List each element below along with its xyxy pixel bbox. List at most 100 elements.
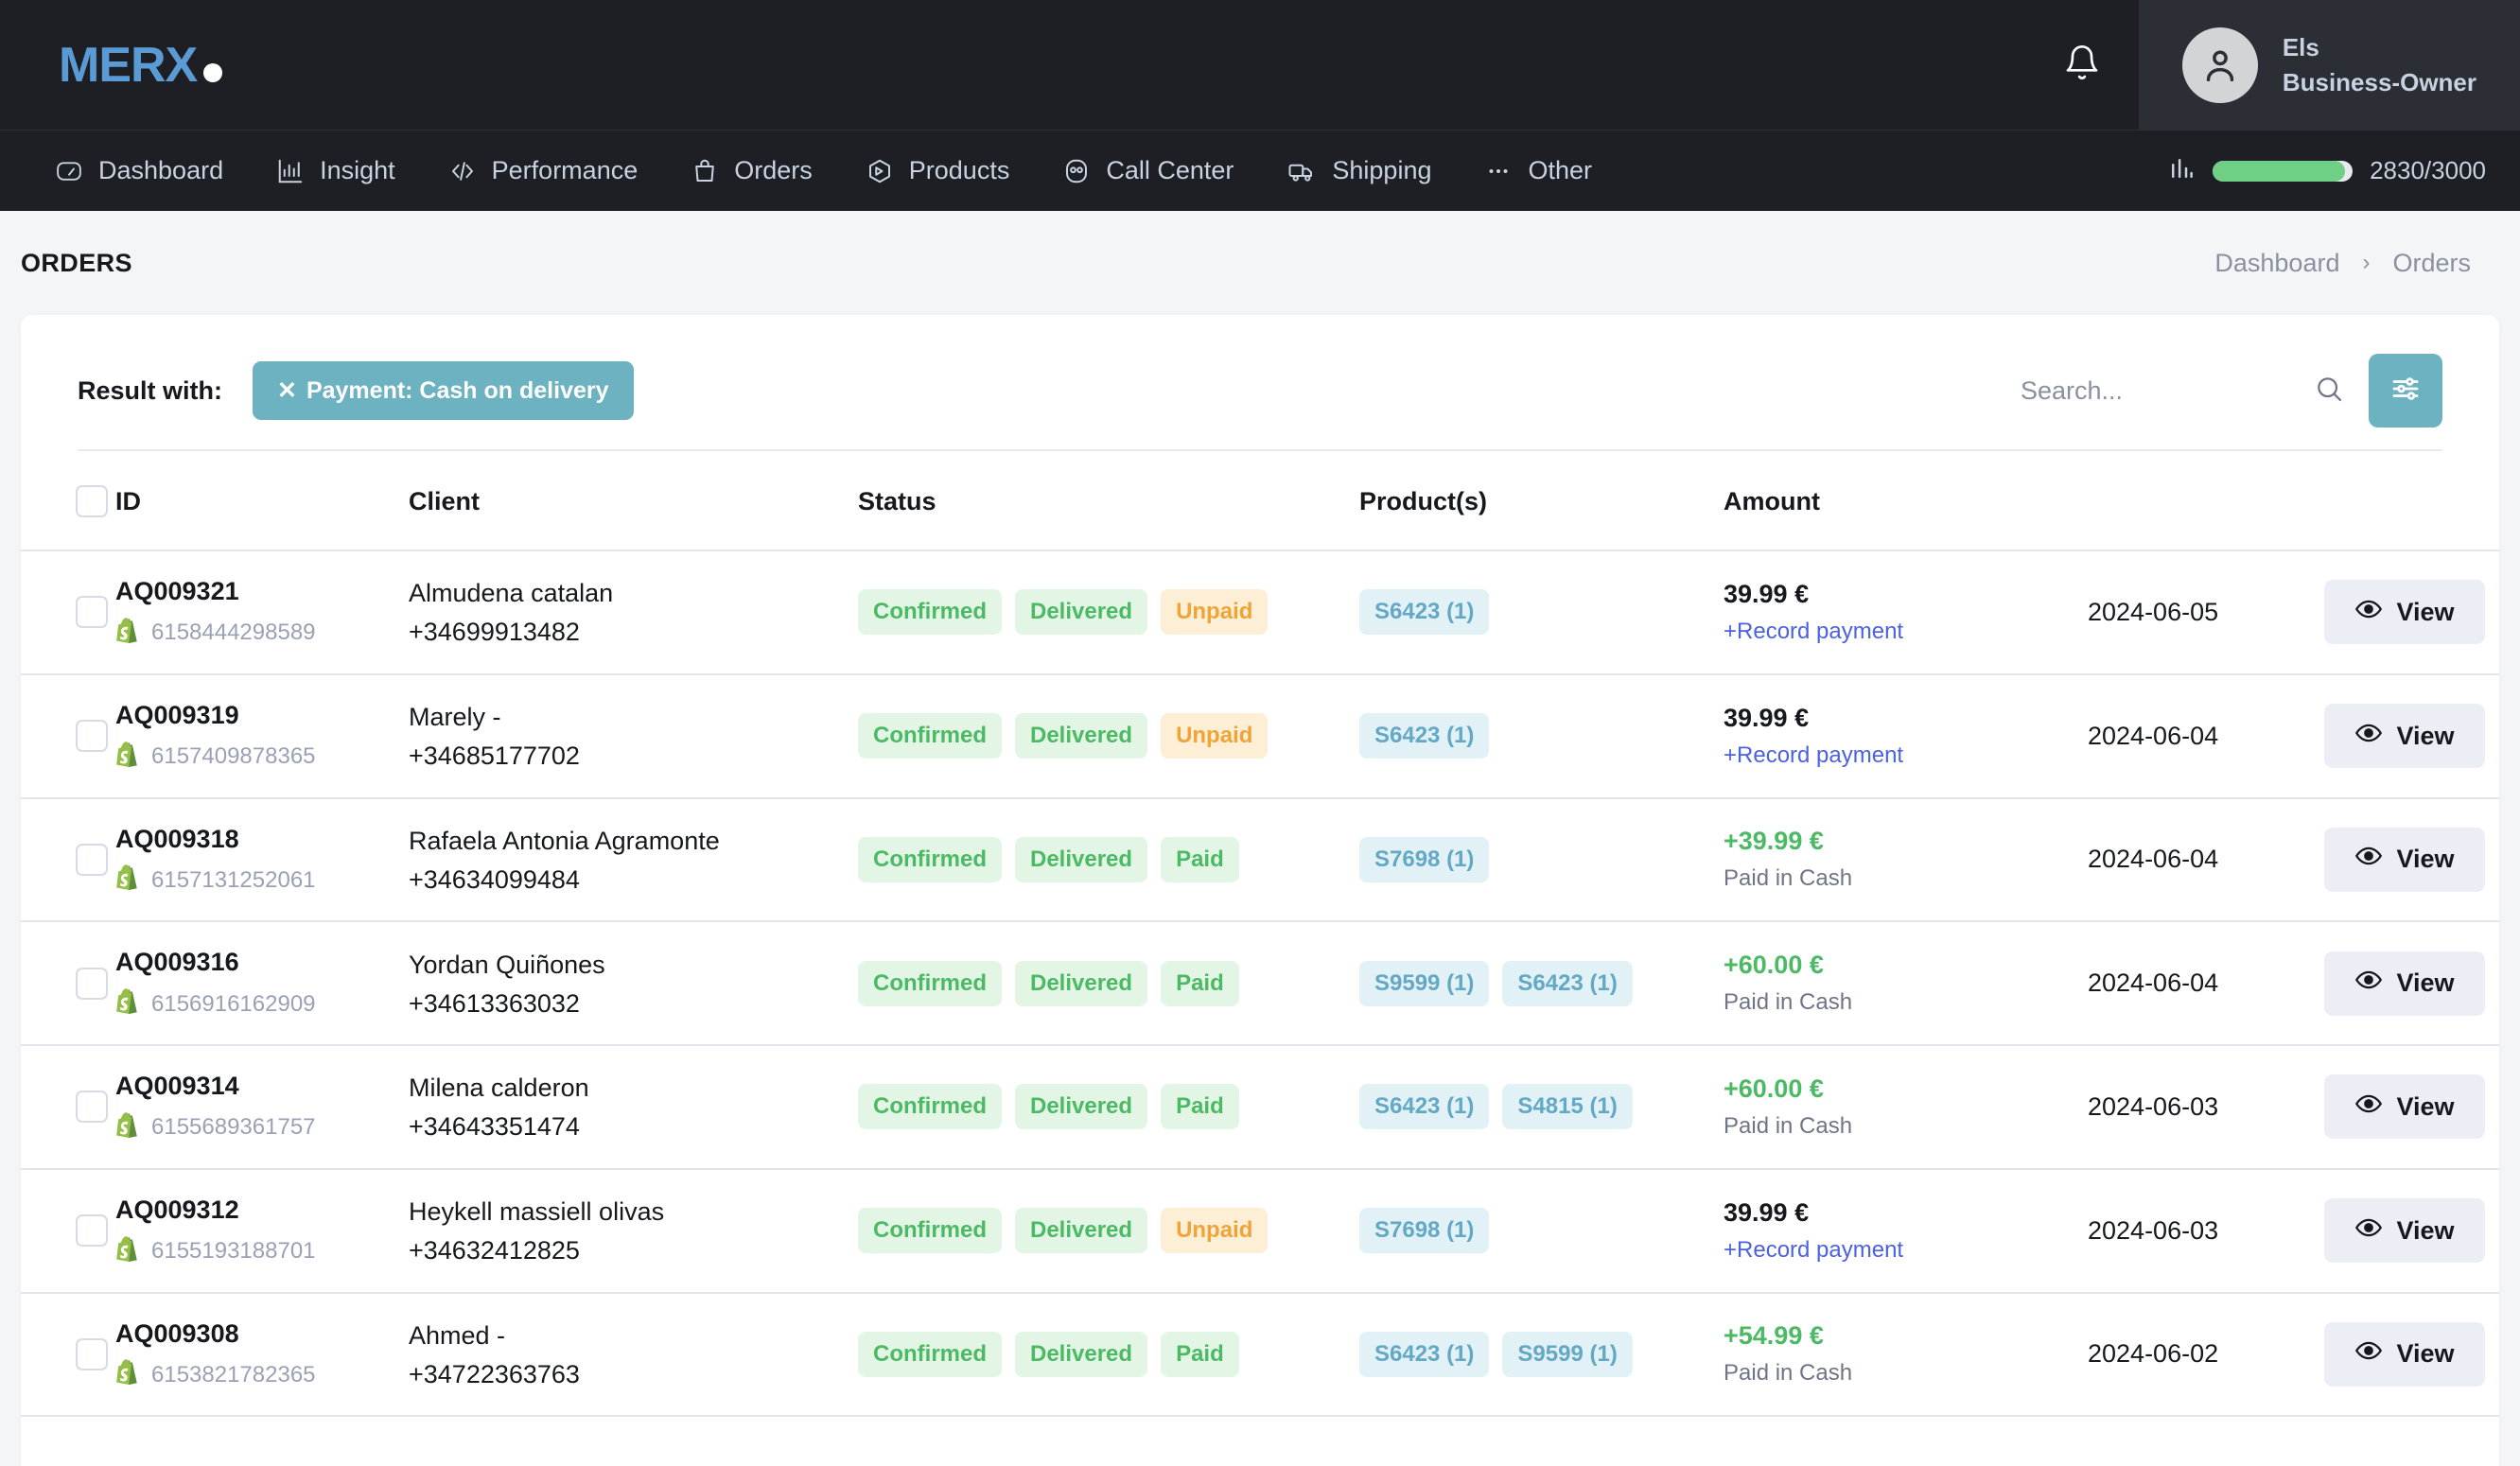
breadcrumb-dashboard[interactable]: Dashboard [2214,249,2339,278]
column-header-id: ID [115,451,409,551]
nav-item-insight[interactable]: Insight [276,156,395,185]
client-cell: Rafaela Antonia Agramonte +34634099484 [409,797,858,923]
product-tag-group: S7698 (1) [1359,1208,1724,1254]
nav-item-orders[interactable]: Orders [691,156,813,185]
row-select-cell [21,1168,115,1294]
view-order-button[interactable]: View [2324,1321,2485,1387]
row-checkbox[interactable] [76,967,108,1000]
view-order-button[interactable]: View [2324,827,2485,892]
status-badge: Confirmed [858,1084,1002,1130]
row-checkbox[interactable] [76,843,108,876]
product-tag[interactable]: S6423 (1) [1359,713,1490,759]
record-payment-link[interactable]: +Record payment [1724,619,2088,645]
column-header-action [2324,451,2499,551]
row-select-cell [21,550,115,675]
product-tag[interactable]: S6423 (1) [1359,1084,1490,1130]
product-tag[interactable]: S4815 (1) [1502,1084,1633,1130]
view-button-label: View [2396,1215,2455,1245]
view-order-button[interactable]: View [2324,1074,2485,1140]
product-tag[interactable]: S7698 (1) [1359,836,1490,882]
status-badge: Delivered [1015,1084,1148,1130]
nav-item-call-center[interactable]: Call Center [1062,156,1234,185]
table-row[interactable]: AQ009314 6155689361757 Milena calderon +… [21,1045,2499,1170]
eye-icon [2354,1213,2383,1248]
credit-progress-fill [2213,160,2345,182]
order-date: 2024-06-04 [2088,721,2219,750]
action-cell: View [2324,1292,2499,1418]
client-phone: +34699913482 [409,618,580,647]
amount-cell: 39.99 € +Record payment [1724,1168,2088,1294]
shopify-icon [115,741,140,773]
action-cell: View [2324,921,2499,1046]
product-tag-group: S9599 (1) S6423 (1) [1359,960,1724,1006]
sliders-icon [2389,372,2423,410]
row-checkbox[interactable] [76,1214,108,1248]
record-payment-link[interactable]: +Record payment [1724,742,2088,769]
nav-item-dashboard[interactable]: Dashboard [55,156,223,185]
payment-method-note: Paid in Cash [1724,1112,1853,1139]
nav-item-performance[interactable]: Performance [448,156,638,185]
app-logo[interactable]: MERX [59,37,223,94]
order-amount: +60.00 € [1724,1073,1824,1103]
payment-method-note: Paid in Cash [1724,865,1853,892]
date-cell: 2024-06-03 [2088,1168,2324,1294]
row-checkbox[interactable] [76,1091,108,1124]
amount-cell: +39.99 € Paid in Cash [1724,797,2088,923]
nav-item-shipping[interactable]: Shipping [1286,156,1431,185]
table-header-row: ID Client Status Product(s) Amount [21,451,2499,551]
view-order-button[interactable]: View [2324,1198,2485,1264]
table-row[interactable]: AQ009316 6156916162909 Yordan Quiñones +… [21,921,2499,1046]
table-row[interactable]: AQ009308 6153821782365 Ahmed - +34722363… [21,1292,2499,1418]
search-input[interactable] [2021,375,2295,406]
filter-chip-payment[interactable]: ✕ Payment: Cash on delivery [253,361,634,420]
product-tag[interactable]: S6423 (1) [1359,589,1490,636]
row-select-cell [21,921,115,1046]
table-row[interactable]: AQ009321 6158444298589 Almudena catalan … [21,550,2499,675]
table-row[interactable]: AQ009318 6157131252061 Rafaela Antonia A… [21,797,2499,923]
row-checkbox[interactable] [76,1337,108,1370]
table-row[interactable]: AQ009319 6157409878365 Marely - +3468517… [21,673,2499,799]
order-id-cell: AQ009308 6153821782365 [115,1292,409,1418]
search-icon[interactable] [2314,374,2344,409]
filter-settings-button[interactable] [2369,354,2442,428]
record-payment-link[interactable]: +Record payment [1724,1237,2088,1264]
order-id: AQ009319 [115,700,239,729]
select-all-checkbox[interactable] [76,485,108,517]
select-all-cell [21,451,115,551]
view-order-button[interactable]: View [2324,580,2485,645]
client-cell: Heykell massiell olivas +34632412825 [409,1168,858,1294]
breadcrumb: Dashboard › Orders [2214,249,2471,278]
client-cell: Ahmed - +34722363763 [409,1292,858,1418]
bell-icon [2063,42,2101,88]
orders-table: ID Client Status Product(s) Amount AQ009… [21,451,2499,1418]
eye-icon [2354,842,2383,877]
status-badge: Delivered [1015,960,1148,1006]
order-amount: +60.00 € [1724,951,1824,980]
user-menu[interactable]: Els Business-Owner [2138,0,2520,130]
view-order-button[interactable]: View [2324,704,2485,769]
breadcrumb-orders[interactable]: Orders [2392,249,2471,278]
result-with-label: Result with: [78,375,222,405]
status-cell: Confirmed Delivered Paid [858,921,1359,1046]
row-checkbox[interactable] [76,596,108,629]
nav-item-other[interactable]: Other [1484,156,1592,185]
stats-icon [2167,154,2196,187]
view-button-label: View [2396,969,2455,998]
product-tag[interactable]: S9599 (1) [1359,960,1490,1006]
view-order-button[interactable]: View [2324,951,2485,1016]
product-tag[interactable]: S6423 (1) [1502,960,1633,1006]
product-tag-group: S6423 (1) S9599 (1) [1359,1331,1724,1377]
chevron-right-icon: › [2362,250,2371,275]
client-name: Heykell massiell olivas [409,1197,665,1227]
product-tag[interactable]: S7698 (1) [1359,1208,1490,1254]
product-tag[interactable]: S6423 (1) [1359,1331,1490,1377]
client-cell: Yordan Quiñones +34613363032 [409,921,858,1046]
product-tag[interactable]: S9599 (1) [1502,1331,1633,1377]
notifications-button[interactable] [2025,0,2139,130]
external-order-number: 6157409878365 [151,743,316,769]
table-row[interactable]: AQ009312 6155193188701 Heykell massiell … [21,1168,2499,1294]
order-date: 2024-06-04 [2088,969,2219,998]
close-icon[interactable]: ✕ [277,376,297,405]
row-checkbox[interactable] [76,720,108,753]
nav-item-products[interactable]: Products [866,156,1009,185]
